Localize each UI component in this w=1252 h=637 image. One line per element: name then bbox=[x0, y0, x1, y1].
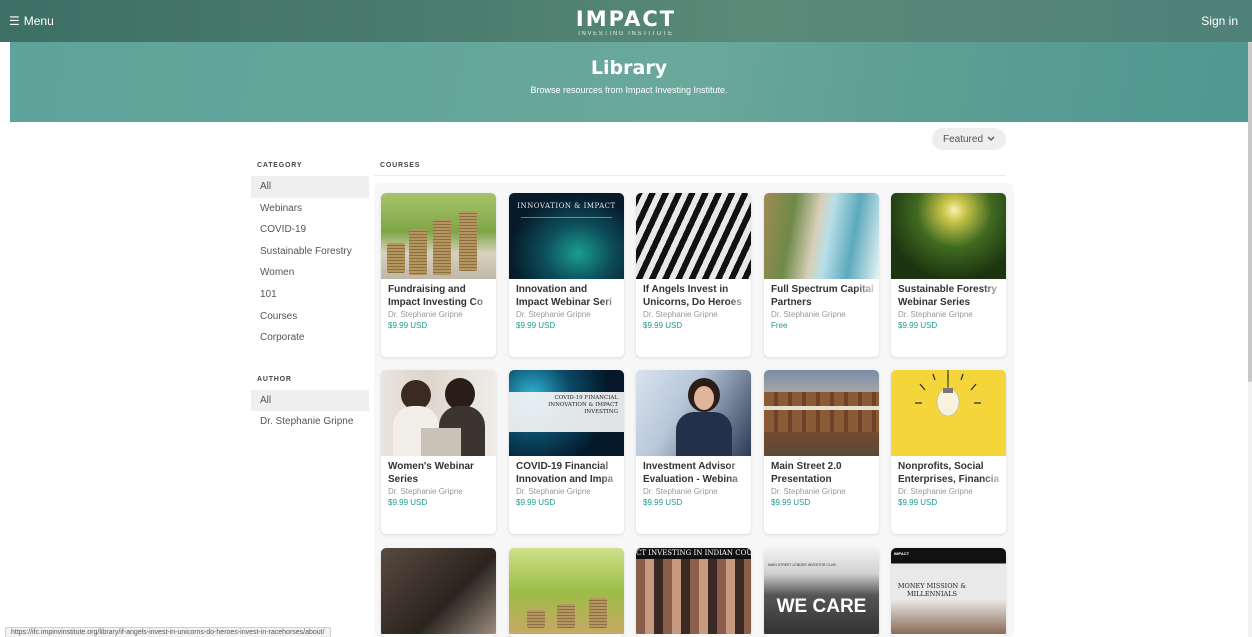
course-author: Dr. Stephanie Gripne bbox=[771, 310, 846, 319]
course-thumbnail-main-street bbox=[764, 370, 879, 456]
author-item-stephanie-gripne[interactable]: Dr. Stephanie Gripne bbox=[251, 411, 369, 433]
course-thumbnail-forest bbox=[891, 193, 1006, 279]
thumbnail-caption: CT INVESTING IN INDIAN COU bbox=[636, 548, 751, 559]
hamburger-icon: ☰ bbox=[9, 14, 20, 28]
course-card[interactable]: Fundraising and Impact Investing Co Dr. … bbox=[381, 193, 496, 357]
course-card[interactable]: INNOVATION & IMPACT Innovation and Impac… bbox=[509, 193, 624, 357]
course-card[interactable]: IMPACT MONEY MISSION & MILLENNIALS bbox=[891, 548, 1006, 637]
course-price: $9.99 USD bbox=[388, 498, 428, 507]
course-author: Dr. Stephanie Gripne bbox=[516, 310, 591, 319]
course-thumbnail-lightbulb bbox=[891, 370, 1006, 456]
sign-in-link[interactable]: Sign in bbox=[1201, 14, 1238, 28]
course-author: Dr. Stephanie Gripne bbox=[516, 487, 591, 496]
logo-wordmark: IMPACT bbox=[575, 7, 677, 31]
filter-sidebar: CATEGORY All Webinars COVID-19 Sustainab… bbox=[251, 162, 369, 433]
category-item-101[interactable]: 101 bbox=[251, 284, 369, 306]
course-price: $9.99 USD bbox=[898, 498, 938, 507]
course-card[interactable]: Full Spectrum Capital Partners Dr. Steph… bbox=[764, 193, 879, 357]
thumbnail-caption: MONEY MISSION & MILLENNIALS bbox=[897, 582, 967, 598]
course-card[interactable]: COVID-19 FINANCIAL INNOVATION & IMPACT I… bbox=[509, 370, 624, 534]
thumbnail-caption: INNOVATION & IMPACT bbox=[517, 202, 616, 210]
course-card[interactable]: CT INVESTING IN INDIAN COU bbox=[636, 548, 751, 637]
category-item-all[interactable]: All bbox=[251, 176, 369, 198]
course-price: $9.99 USD bbox=[516, 321, 556, 330]
course-card[interactable]: Nonprofits, Social Enterprises, Financia… bbox=[891, 370, 1006, 534]
course-thumbnail-millennials: IMPACT MONEY MISSION & MILLENNIALS bbox=[891, 548, 1006, 634]
thumbnail-small-caption: IMPACT bbox=[894, 551, 910, 556]
course-price: $9.99 USD bbox=[388, 321, 428, 330]
menu-button[interactable]: ☰ Menu bbox=[9, 14, 54, 28]
course-author: Dr. Stephanie Gripne bbox=[771, 487, 846, 496]
page: ☰ Menu IMPACT INVESTING INSTITUTE Sign i… bbox=[0, 0, 1252, 637]
page-subtitle: Browse resources from Impact Investing I… bbox=[530, 85, 728, 95]
category-item-corporate[interactable]: Corporate bbox=[251, 327, 369, 349]
course-thumbnail-photo bbox=[381, 548, 496, 634]
page-title: Library bbox=[590, 57, 668, 79]
lightbulb-icon bbox=[915, 370, 981, 417]
menu-label: Menu bbox=[23, 14, 54, 28]
thumbnail-small-caption: MAIN STREET LENDER INVESTOR CLUB bbox=[768, 563, 836, 567]
course-card[interactable] bbox=[381, 548, 496, 637]
course-thumbnail-zebra bbox=[636, 193, 751, 279]
site-logo[interactable]: IMPACT INVESTING INSTITUTE bbox=[575, 7, 677, 38]
course-thumbnail-aerial-coast bbox=[764, 193, 879, 279]
category-item-women[interactable]: Women bbox=[251, 262, 369, 284]
sort-dropdown[interactable]: Featured bbox=[932, 128, 1006, 150]
course-card[interactable]: Women's Webinar Series Dr. Stephanie Gri… bbox=[381, 370, 496, 534]
category-item-covid-19[interactable]: COVID-19 bbox=[251, 219, 369, 241]
courses-heading: COURSES bbox=[380, 162, 421, 169]
course-card[interactable]: Sustainable Forestry Webinar Series Dr. … bbox=[891, 193, 1006, 357]
author-heading: AUTHOR bbox=[257, 375, 292, 383]
course-author: Dr. Stephanie Gripne bbox=[643, 310, 718, 319]
page-scrollbar[interactable] bbox=[1248, 42, 1252, 637]
logo-tagline: INVESTING INSTITUTE bbox=[578, 31, 674, 37]
course-author: Dr. Stephanie Gripne bbox=[898, 487, 973, 496]
course-thumbnail-coins bbox=[381, 193, 496, 279]
divider bbox=[374, 175, 1006, 176]
course-card[interactable] bbox=[509, 548, 624, 637]
author-item-all[interactable]: All bbox=[251, 389, 369, 412]
course-author: Dr. Stephanie Gripne bbox=[388, 487, 463, 496]
course-price: $9.99 USD bbox=[771, 498, 811, 507]
course-thumbnail-advisor bbox=[636, 370, 751, 456]
course-card[interactable]: Investment Advisor Evaluation - Webina D… bbox=[636, 370, 751, 534]
course-thumbnail-group: CT INVESTING IN INDIAN COU bbox=[636, 548, 751, 634]
course-price: $9.99 USD bbox=[643, 498, 683, 507]
course-thumbnail-we-care: MAIN STREET LENDER INVESTOR CLUB WE CARE bbox=[764, 548, 879, 634]
course-price: $9.99 USD bbox=[898, 321, 938, 330]
library-hero-banner: Library Browse resources from Impact Inv… bbox=[10, 42, 1248, 122]
course-card[interactable]: Main Street 2.0 Presentation Dr. Stephan… bbox=[764, 370, 879, 534]
course-price: $9.99 USD bbox=[516, 498, 556, 507]
top-navigation-bar: ☰ Menu IMPACT INVESTING INSTITUTE Sign i… bbox=[0, 0, 1252, 42]
course-card[interactable]: MAIN STREET LENDER INVESTOR CLUB WE CARE bbox=[764, 548, 879, 637]
sort-label: Featured bbox=[942, 133, 984, 145]
course-thumbnail-covid: COVID-19 FINANCIAL INNOVATION & IMPACT I… bbox=[509, 370, 624, 456]
course-author: Dr. Stephanie Gripne bbox=[643, 487, 718, 496]
chevron-down-icon bbox=[987, 134, 995, 145]
thumbnail-caption: COVID-19 FINANCIAL INNOVATION & IMPACT I… bbox=[548, 395, 618, 415]
browser-status-url: https://ifc.impinvinstitute.org/library/… bbox=[5, 627, 331, 637]
course-thumbnail-innovation: INNOVATION & IMPACT bbox=[509, 193, 624, 279]
course-price: $9.99 USD bbox=[643, 321, 683, 330]
course-author: Dr. Stephanie Gripne bbox=[388, 310, 463, 319]
course-thumbnail-plants bbox=[509, 548, 624, 634]
thumbnail-caption: WE CARE bbox=[776, 596, 867, 617]
course-card[interactable]: If Angels Invest in Unicorns, Do Heroes … bbox=[636, 193, 751, 357]
category-item-webinars[interactable]: Webinars bbox=[251, 198, 369, 220]
course-price: Free bbox=[771, 321, 788, 330]
category-heading: CATEGORY bbox=[257, 162, 303, 169]
scrollbar-thumb[interactable] bbox=[1248, 42, 1252, 382]
course-author: Dr. Stephanie Gripne bbox=[898, 310, 973, 319]
category-item-courses[interactable]: Courses bbox=[251, 306, 369, 328]
category-item-sustainable-forestry[interactable]: Sustainable Forestry bbox=[251, 241, 369, 263]
course-thumbnail-women bbox=[381, 370, 496, 456]
